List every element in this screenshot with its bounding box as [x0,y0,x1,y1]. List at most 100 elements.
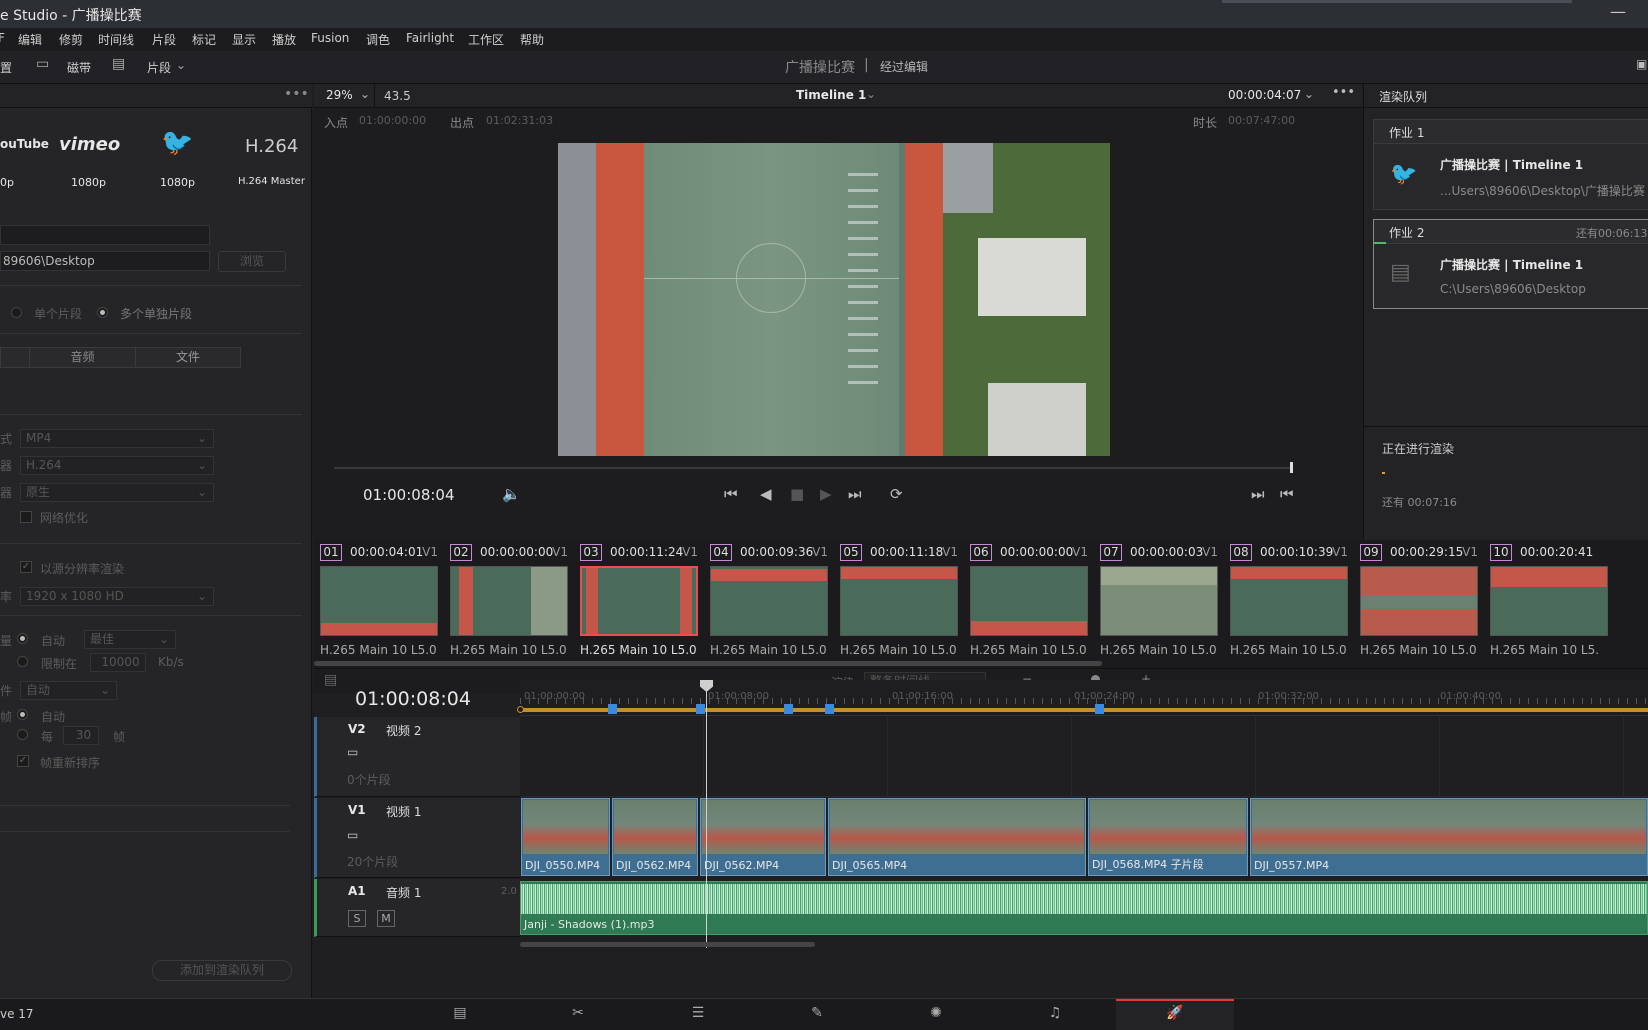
clip-card[interactable]: 05 00:00:11:18 V1 H.265 Main 10 L5.0 [834,540,964,668]
zoom-level[interactable]: 29% [326,88,353,102]
resolution-select[interactable]: 1920 x 1080 HD ⌄ [20,587,214,606]
tape-button[interactable]: 磁带 [67,59,91,76]
prev-edit-icon[interactable]: ⏮ [1280,485,1294,503]
twitter-icon[interactable]: 🐦 [161,128,193,158]
job-card-2[interactable]: 作业 2 还有00:06:13 ▤ 广播操比赛 | Timeline 1 C:\… [1373,219,1648,309]
menu-file[interactable]: F [0,31,5,45]
track-monitor-icon[interactable]: ▭ [347,828,358,842]
tab-file[interactable]: 文件 [135,347,241,368]
source-res-checkbox[interactable]: ✓ [20,561,32,573]
menu-timeline[interactable]: 时间线 [98,31,134,48]
menu-fusion[interactable]: Fusion [311,31,349,45]
cut-page-icon[interactable]: ✂ [566,1005,590,1025]
clip-card[interactable]: 02 00:00:00:00 V1 H.265 Main 10 L5.0 [444,540,574,668]
marker[interactable] [608,704,617,714]
solo-button[interactable]: S [348,910,366,927]
playhead[interactable] [706,680,707,948]
menu-view[interactable]: 显示 [232,31,256,48]
clip-card-selected[interactable]: 03 00:00:11:24 V1 H.265 Main 10 L5.0 [574,540,704,668]
keyframe-auto-radio[interactable] [17,709,28,720]
add-to-queue-button[interactable]: 添加到渲染队列 [152,960,292,981]
encoder-select[interactable]: 原生 ⌄ [20,483,214,502]
preset-youtube[interactable]: ouTube [0,137,49,151]
menu-playback[interactable]: 播放 [272,31,296,48]
timeline-clip[interactable]: DJI_0562.MP4 [612,798,698,876]
chevron-down-icon[interactable]: ⌄ [866,87,876,101]
minimize-button[interactable]: — [1610,2,1626,21]
encode-select[interactable]: 自动 ⌄ [20,681,117,700]
scrubber-bar[interactable] [334,467,1291,469]
track-monitor-icon[interactable]: ▭ [347,745,358,759]
menu-help[interactable]: 帮助 [520,31,544,48]
stop-icon[interactable]: ■ [790,485,804,503]
clip-card[interactable]: 09 00:00:29:15 V1 H.265 Main 10 L5.0 [1354,540,1484,668]
filename-field[interactable] [0,225,210,245]
track-area-v2[interactable] [520,717,1648,797]
next-edit-icon[interactable]: ⏭ [1251,485,1265,503]
preset-h264[interactable]: H.264 [245,136,298,157]
color-page-icon[interactable]: ✺ [924,1005,948,1025]
quality-select[interactable]: 最佳 ⌄ [84,630,176,649]
chevron-down-icon[interactable]: ⌄ [360,87,370,101]
menu-fairlight[interactable]: Fairlight [406,31,454,45]
timeline-view-icon[interactable]: ▤ [324,672,337,688]
job-card-1[interactable]: 作业 1 🐦 广播操比赛 | Timeline 1 ...Users\89606… [1373,119,1648,210]
mute-button[interactable]: M [377,910,395,927]
menu-mark[interactable]: 标记 [192,31,216,48]
clips-button[interactable]: 片段 [147,59,171,76]
keyframe-input[interactable]: 30 [63,726,99,745]
marker[interactable] [1095,704,1104,714]
timeline-clip[interactable]: DJI_0557.MP4 [1250,798,1648,876]
clip-card[interactable]: 06 00:00:00:00 V1 H.265 Main 10 L5.0 [964,540,1094,668]
timeline-scrollbar[interactable] [520,942,815,947]
clip-strip-scrollbar[interactable] [314,661,1102,666]
quality-limit-radio[interactable] [17,656,28,667]
format-select[interactable]: MP4 ⌄ [20,429,214,448]
marker[interactable] [784,704,793,714]
track-area-v1[interactable]: DJI_0550.MP4 DJI_0562.MP4 DJI_0562.MP4 D… [520,798,1648,878]
scrubber-handle[interactable] [1290,462,1293,473]
edit-page-icon[interactable]: ☰ [686,1005,710,1025]
menu-edit[interactable]: 编辑 [18,31,42,48]
deliver-page-tab[interactable]: 🚀 [1116,999,1234,1030]
more-options-icon[interactable]: ••• [284,86,309,102]
fairlight-page-icon[interactable]: ♫ [1043,1005,1067,1025]
media-page-icon[interactable]: ▤ [448,1005,472,1025]
jump-start-icon[interactable]: ⏮ [724,485,738,503]
codec-select[interactable]: H.264 ⌄ [20,456,214,475]
multi-clip-radio[interactable] [97,307,108,318]
reorder-checkbox[interactable]: ✓ [17,755,29,767]
single-clip-radio[interactable] [11,307,22,318]
menu-clip[interactable]: 片段 [152,31,176,48]
menu-trim[interactable]: 修剪 [59,31,83,48]
browse-button[interactable]: 浏览 [218,251,286,272]
chevron-down-icon[interactable]: ⌄ [176,58,186,72]
timeline-clip[interactable]: DJI_0565.MP4 [828,798,1086,876]
jump-end-icon[interactable]: ⏭ [848,485,862,503]
timeline-ruler[interactable]: 01:00:00:00 01:00:08:00 01:00:16:00 01:0… [517,680,1648,716]
loop-icon[interactable]: ⟳ [890,485,903,503]
quality-auto-radio[interactable] [17,633,28,644]
clip-card[interactable]: 08 00:00:10:39 V1 H.265 Main 10 L5.0 [1224,540,1354,668]
chevron-down-icon[interactable]: ⌄ [1304,87,1314,101]
fusion-page-icon[interactable]: ✎ [805,1005,829,1025]
keyframe-every-radio[interactable] [17,729,28,740]
layout-icon[interactable]: ▣ [1636,57,1647,71]
marker[interactable] [696,704,705,714]
clip-card[interactable]: 10 00:00:20:41 V1 H.265 Main 10 L5. [1484,540,1614,668]
bitrate-input[interactable]: 10000 [90,653,146,672]
clip-card[interactable]: 07 00:00:00:03 V1 H.265 Main 10 L5.0 [1094,540,1224,668]
timeline-clip[interactable]: DJI_0562.MP4 [700,798,826,876]
track-name[interactable]: 音频 1 [386,884,421,901]
network-opt-checkbox[interactable] [20,511,32,523]
track-name[interactable]: 视频 1 [386,803,421,820]
timeline-clip[interactable]: DJI_0568.MP4 子片段 [1088,798,1248,876]
render-settings-tab[interactable]: 置 [0,59,12,76]
clip-card[interactable]: 04 00:00:09:36 V1 H.265 Main 10 L5.0 [704,540,834,668]
timeline-clip[interactable]: DJI_0550.MP4 [521,798,610,876]
reverse-icon[interactable]: ◀ [760,485,772,503]
preset-vimeo[interactable]: vimeo [59,134,120,155]
more-options-icon[interactable]: ••• [1332,85,1355,100]
play-icon[interactable]: ▶ [820,485,832,503]
tab-video[interactable] [0,347,30,368]
